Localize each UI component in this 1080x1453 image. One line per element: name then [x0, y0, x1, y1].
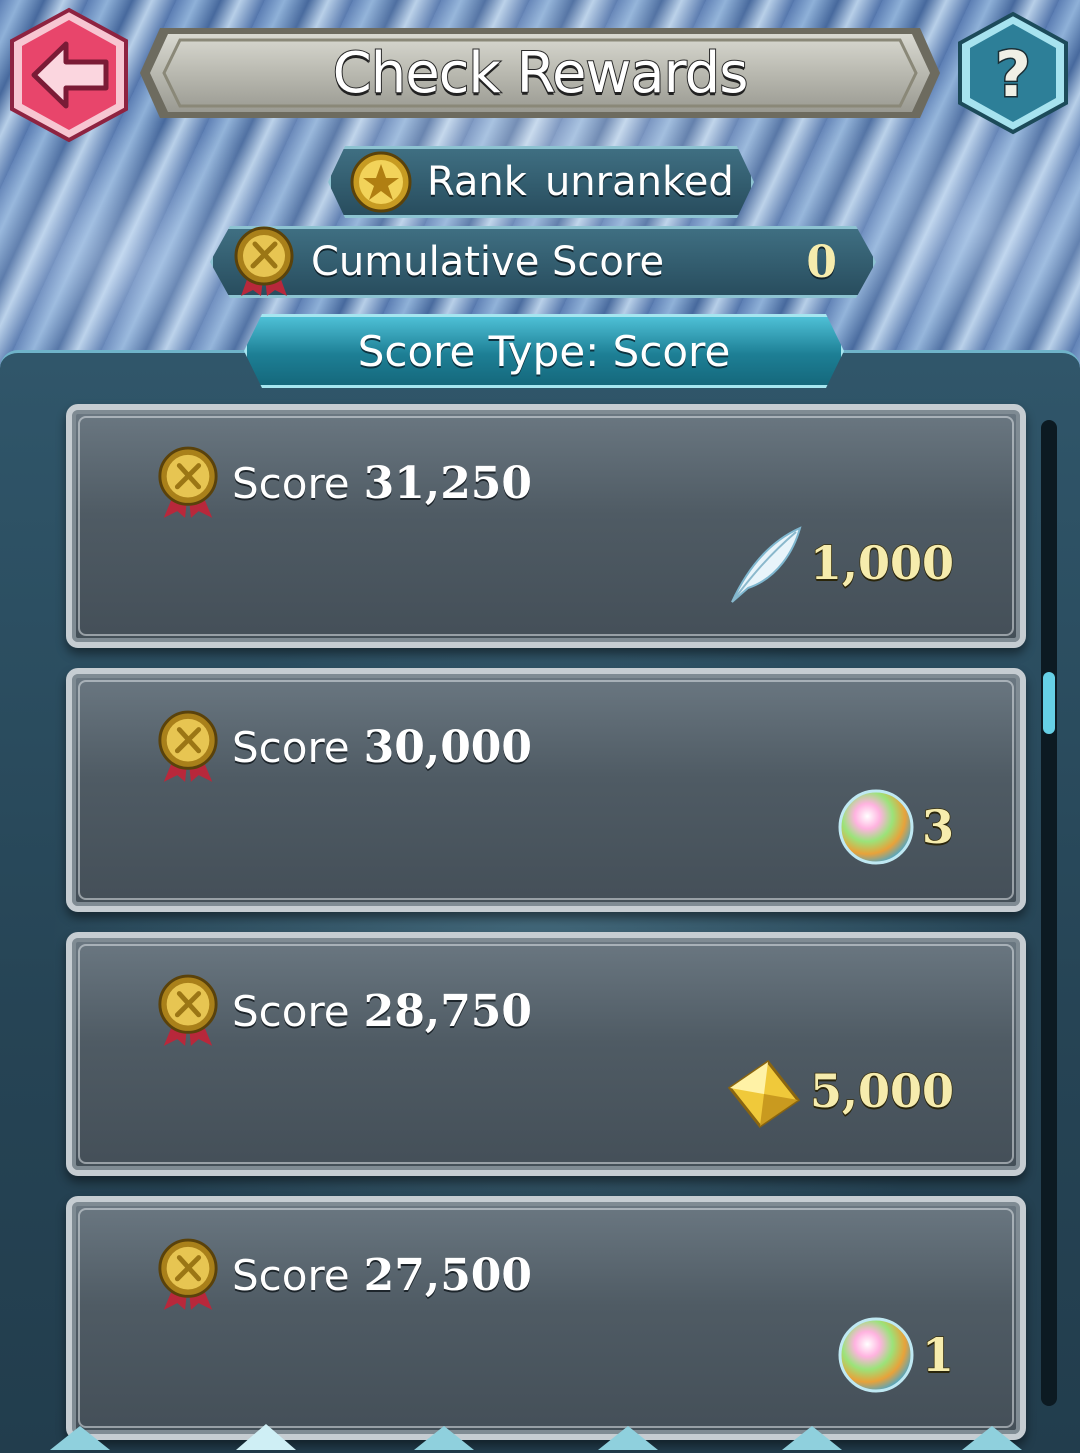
scrollbar-track[interactable] [1041, 420, 1057, 1406]
rank-value: unranked [544, 159, 734, 205]
score-label: Score [232, 722, 350, 772]
score-threshold: 31,250 [363, 457, 533, 509]
score-medal-icon [158, 710, 218, 782]
reward-card: Score 27,500 1 [66, 1196, 1026, 1440]
score-threshold: 28,750 [363, 985, 533, 1037]
back-button[interactable] [0, 6, 138, 144]
help-question-icon: ? [995, 38, 1031, 111]
gold-crystal-icon [727, 1059, 801, 1129]
bottom-tab-bar [50, 1424, 1022, 1450]
score-threshold: 27,500 [363, 1249, 533, 1301]
score-type-label: Score Type: Score [357, 326, 731, 376]
rank-display: Rank unranked [328, 146, 754, 218]
help-button[interactable]: ? [950, 10, 1076, 136]
feather-icon [731, 526, 802, 603]
score-medal-icon [158, 1238, 218, 1310]
reward-item: 1 [836, 1312, 955, 1398]
score-label: Score [232, 1250, 350, 1300]
reward-item: 5,000 [724, 1048, 955, 1134]
score-type-toggle[interactable]: Score Type: Score [244, 314, 844, 388]
score-label: Score [232, 986, 350, 1036]
reward-item: 3 [836, 784, 955, 870]
scrollbar-thumb[interactable] [1043, 672, 1055, 734]
score-medal-icon [234, 226, 294, 296]
cumulative-score-label: Cumulative Score [311, 239, 665, 285]
reward-card: Score 30,000 3 [66, 668, 1026, 912]
page-title: Check Rewards [332, 40, 750, 107]
reward-amount: 1 [921, 1327, 955, 1383]
score-label: Score [232, 458, 350, 508]
score-medal-icon [158, 974, 218, 1046]
score-threshold: 30,000 [363, 721, 533, 773]
rank-crest-icon [350, 151, 412, 213]
orb-icon [838, 789, 914, 865]
reward-card: Score 31,250 1,000 [66, 404, 1026, 648]
score-medal-icon [158, 446, 218, 518]
cumulative-score-value: 0 [806, 236, 837, 288]
orb-icon [838, 1317, 914, 1393]
reward-amount: 1,000 [809, 535, 955, 591]
reward-item: 1,000 [724, 520, 955, 606]
reward-amount: 3 [921, 799, 955, 855]
reward-card: Score 28,750 5,000 [66, 932, 1026, 1176]
cumulative-score-display: Cumulative Score 0 [210, 226, 876, 298]
rank-label: Rank [427, 159, 527, 205]
reward-amount: 5,000 [809, 1063, 955, 1119]
